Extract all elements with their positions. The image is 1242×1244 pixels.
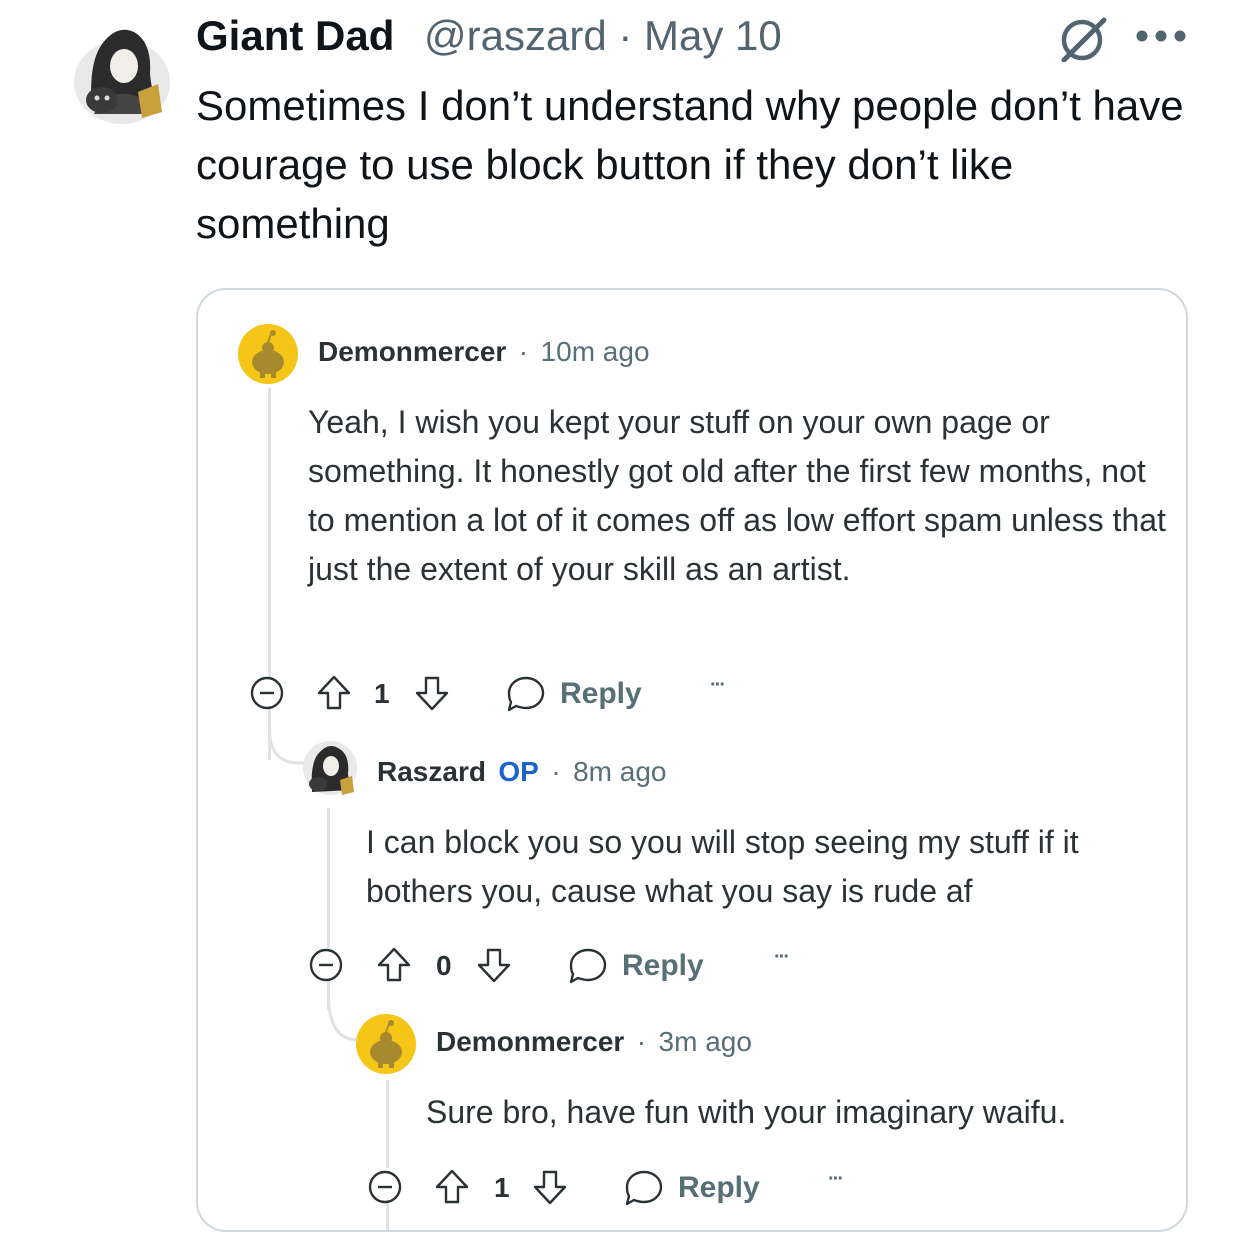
upvote-icon[interactable] (376, 946, 412, 984)
vote-count: 1 (494, 1172, 510, 1203)
comment-body: Yeah, I wish you kept your stuff on your… (308, 404, 1166, 587)
comment-meta: Raszard OP · 8m ago (377, 756, 667, 788)
meta-separator: · (551, 756, 561, 787)
comment-more-icon[interactable]: ··· (710, 674, 726, 697)
author-avatar[interactable] (72, 14, 172, 124)
grok-icon[interactable] (1058, 16, 1108, 63)
reply-button[interactable]: Reply (506, 674, 642, 714)
comment-bubble-icon (507, 676, 545, 712)
reply-button[interactable]: Reply (624, 1168, 760, 1208)
meta-separator: · (636, 1026, 647, 1057)
more-options-icon[interactable] (1134, 16, 1188, 56)
reply-button[interactable]: Reply (568, 946, 704, 986)
comment-meta: Demonmercer · 10m ago (318, 336, 650, 368)
reply-label: Reply (622, 949, 704, 982)
vote-count: 1 (374, 678, 390, 709)
tweet-text: Sometimes I don’t understand why people … (196, 82, 1184, 247)
comment-username[interactable]: Raszard (377, 756, 486, 787)
snoo-avatar[interactable] (356, 1014, 416, 1074)
vote-count: 0 (436, 950, 452, 981)
downvote-icon[interactable] (414, 674, 450, 712)
reply-label: Reply (678, 1171, 760, 1204)
comment-body: Sure bro, have fun with your imaginary w… (426, 1094, 1067, 1130)
downvote-icon[interactable] (532, 1168, 568, 1206)
comment-body: I can block you so you will stop seeing … (366, 824, 1079, 909)
comment-bubble-icon (625, 1170, 663, 1206)
comment-more-icon[interactable]: ··· (828, 1168, 844, 1191)
comment-username[interactable]: Demonmercer (436, 1026, 624, 1057)
thread-line (327, 808, 330, 948)
raszard-avatar[interactable] (302, 738, 358, 798)
snoo-avatar[interactable] (238, 324, 298, 384)
downvote-icon[interactable] (476, 946, 512, 984)
author-name[interactable]: Giant Dad (196, 12, 394, 60)
collapse-thread-icon[interactable] (309, 948, 343, 982)
comment-time: 8m ago (573, 756, 667, 787)
comment-username[interactable]: Demonmercer (318, 336, 506, 367)
comment-time: 3m ago (658, 1026, 752, 1057)
thread-line (386, 1080, 389, 1168)
comment-bubble-icon (569, 948, 607, 984)
op-badge: OP (498, 756, 539, 787)
comment-more-icon[interactable]: ··· (774, 946, 790, 969)
thread-line (386, 1202, 389, 1230)
meta-separator: · (518, 336, 529, 367)
author-handle-and-date[interactable]: @raszard · May 10 (424, 12, 782, 60)
embedded-image-card[interactable]: Demonmercer · 10m ago Yeah, I wish you k… (196, 288, 1188, 1232)
upvote-icon[interactable] (434, 1168, 470, 1206)
reply-label: Reply (560, 677, 642, 710)
comment-time: 10m ago (540, 336, 650, 367)
upvote-icon[interactable] (316, 674, 352, 712)
comment-meta: Demonmercer · 3m ago (436, 1026, 752, 1058)
thread-line (268, 388, 271, 683)
collapse-thread-icon[interactable] (250, 676, 284, 710)
collapse-thread-icon[interactable] (368, 1170, 402, 1204)
